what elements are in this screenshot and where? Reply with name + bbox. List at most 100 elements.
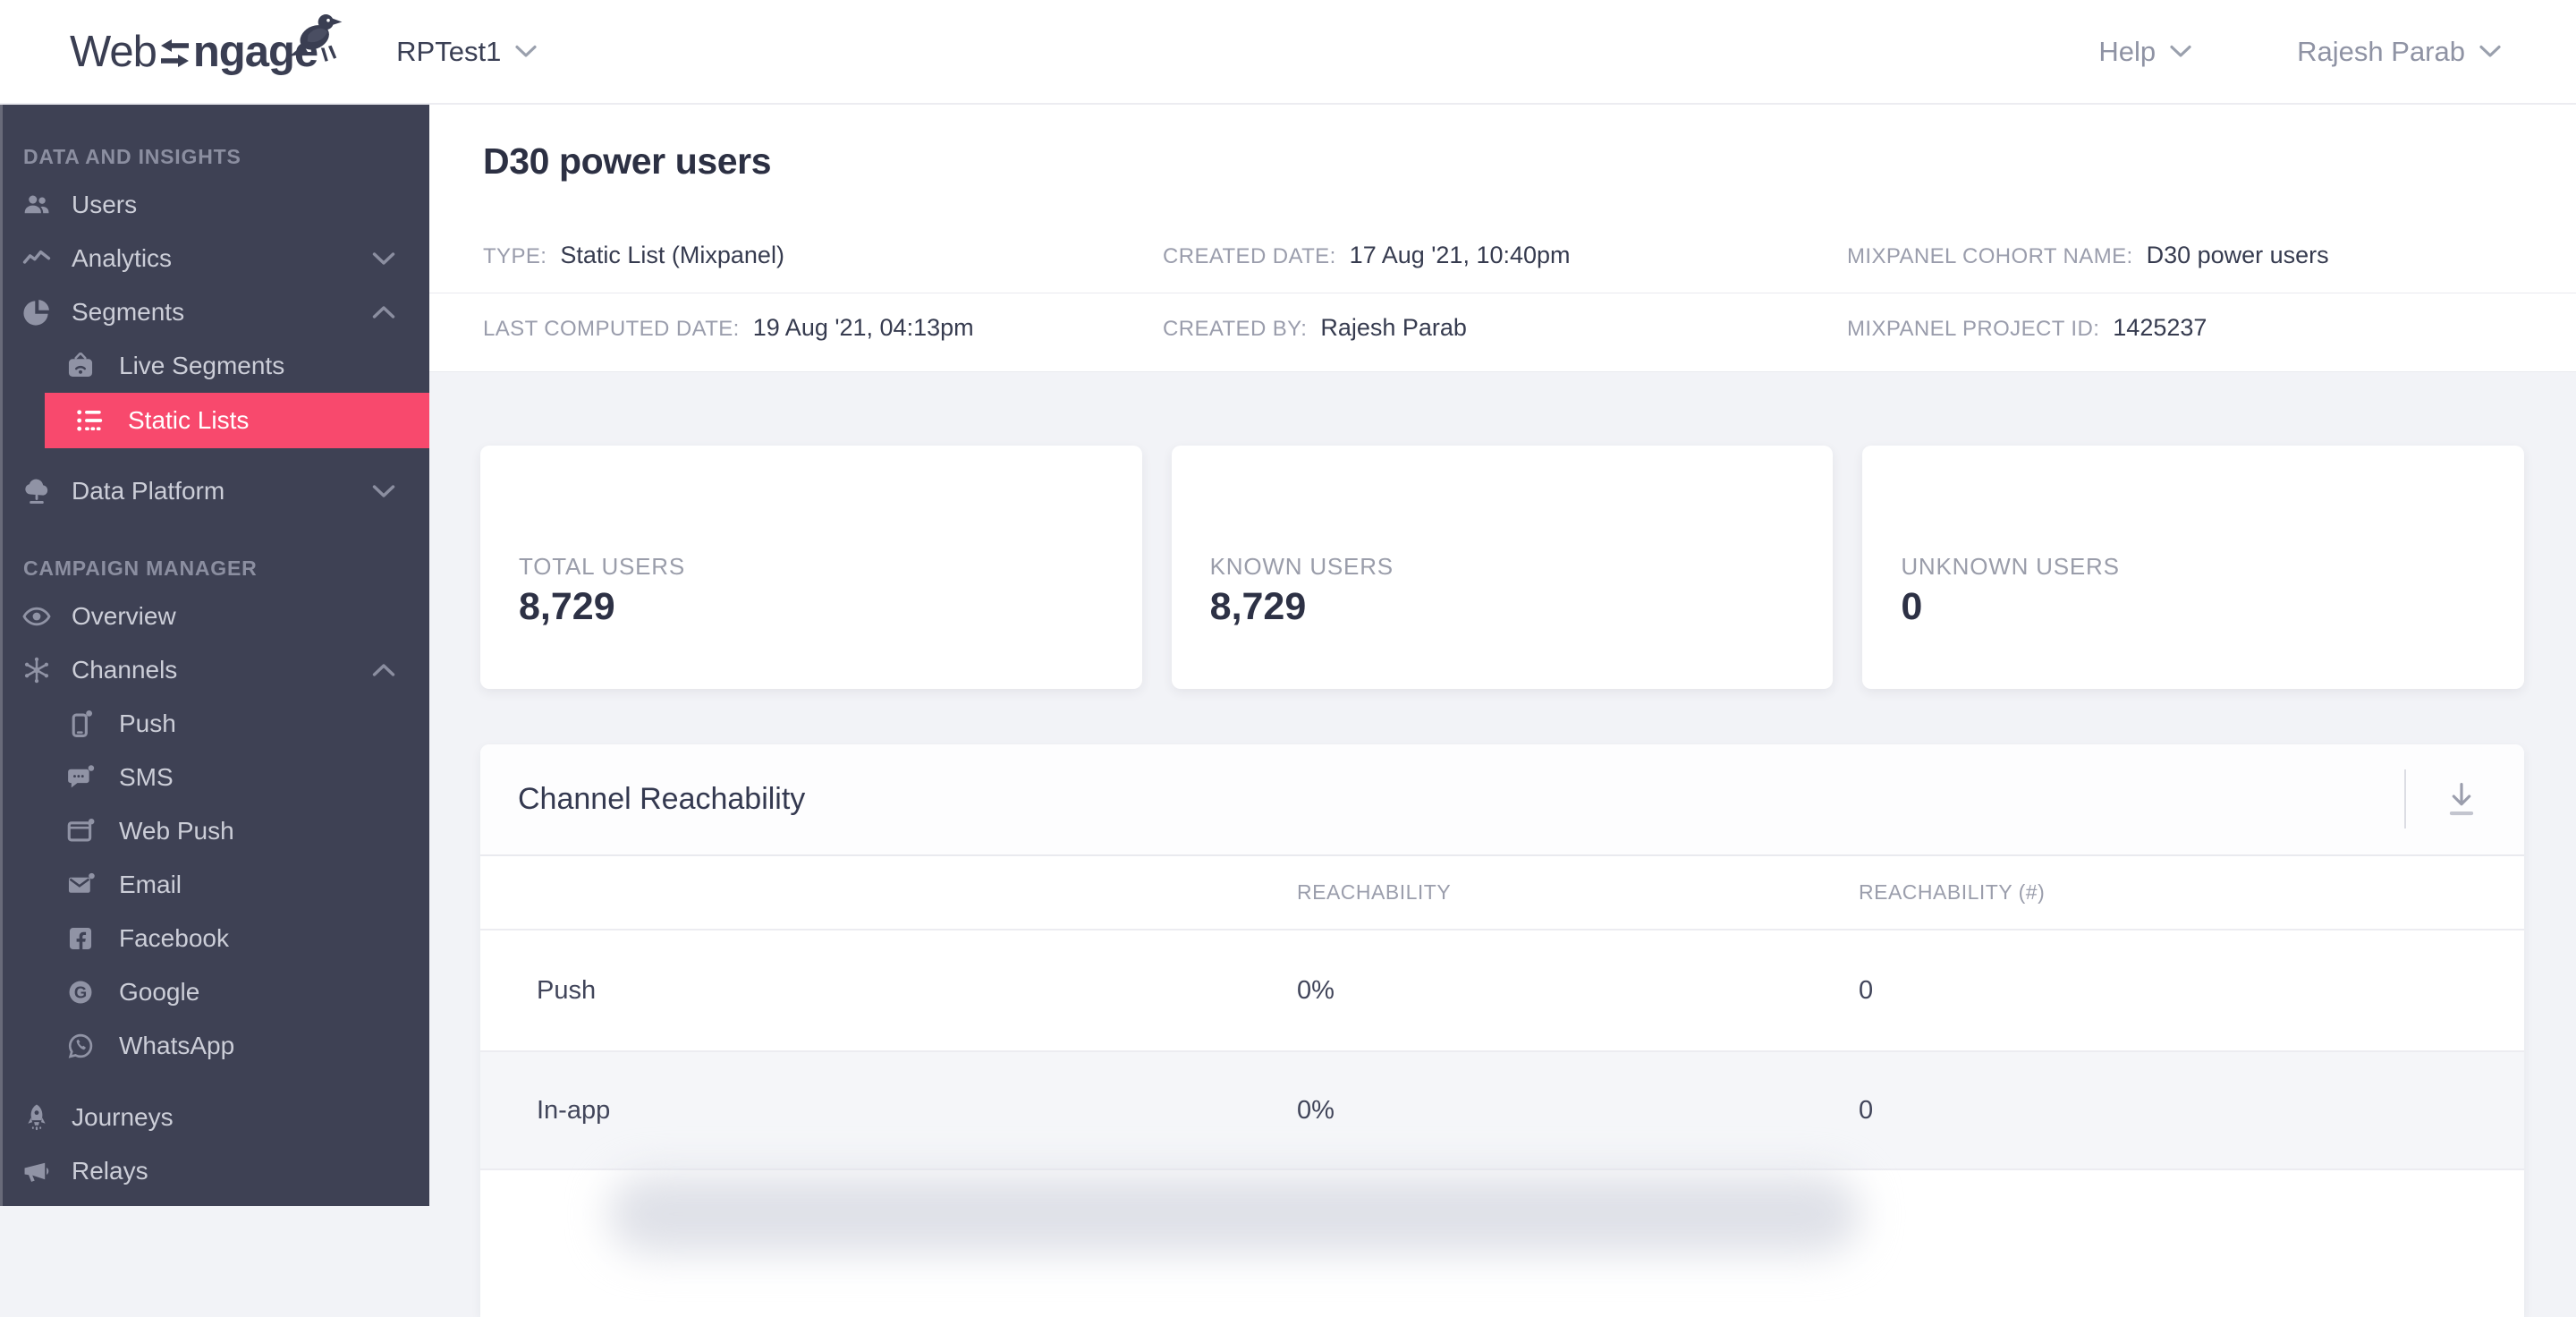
sidebar-item-web-push[interactable]: Web Push xyxy=(0,804,429,858)
sidebar-item-label: Email xyxy=(119,871,182,898)
stat-card-value: 8,729 xyxy=(1209,585,1307,628)
meta-value: Rajesh Parab xyxy=(1320,314,1467,341)
stat-card-label: KNOWN USERS xyxy=(1209,553,1394,580)
cell-count: 0 xyxy=(1859,1095,1874,1125)
sidebar-item-label: Overview xyxy=(72,602,176,630)
cell-count: 0 xyxy=(1859,975,1874,1005)
meta-created-date: CREATED DATE: 17 Aug '21, 10:40pm xyxy=(1163,242,1847,269)
sidebar-item-users[interactable]: Users xyxy=(0,178,429,232)
sidebar-section-campaign-manager: CAMPAIGN MANAGER xyxy=(23,556,258,580)
workspace-name: RPTest1 xyxy=(396,35,502,67)
facebook-icon xyxy=(65,923,96,954)
cell-reachability: 0% xyxy=(1297,1095,1335,1125)
chevron-up-icon xyxy=(372,306,395,319)
sidebar-item-label: Live Segments xyxy=(119,352,285,379)
sidebar-item-label: WhatsApp xyxy=(119,1032,235,1059)
meta-label: MIXPANEL COHORT NAME: xyxy=(1847,244,2133,268)
stat-card-label: UNKNOWN USERS xyxy=(1901,553,2120,580)
channels-hub-icon xyxy=(21,655,52,685)
panel-header: Channel Reachability xyxy=(480,744,2524,856)
svg-text:G: G xyxy=(74,983,87,1002)
logo-text-web: Web xyxy=(70,27,157,76)
sidebar-item-static-lists[interactable]: Static Lists xyxy=(45,393,429,448)
static-lists-icon xyxy=(74,405,105,436)
segments-icon xyxy=(21,297,52,327)
sms-channel-icon xyxy=(65,762,96,793)
table-header-reachability-count: REACHABILITY (#) xyxy=(1859,880,2046,904)
live-segments-icon xyxy=(65,351,96,381)
sidebar-item-data-platform[interactable]: Data Platform xyxy=(0,464,429,518)
sidebar-item-live-segments[interactable]: Live Segments xyxy=(0,339,429,393)
users-icon xyxy=(21,190,52,220)
workspace-switcher[interactable]: RPTest1 xyxy=(396,36,537,68)
web-push-channel-icon xyxy=(65,816,96,846)
chevron-down-icon xyxy=(372,252,395,265)
push-channel-icon xyxy=(65,709,96,739)
sidebar-item-facebook[interactable]: Facebook xyxy=(0,912,429,965)
meta-row-2: LAST COMPUTED DATE: 19 Aug '21, 04:13pm … xyxy=(483,314,2567,342)
meta-label: CREATED DATE: xyxy=(1163,244,1336,268)
chevron-down-icon xyxy=(515,45,537,57)
user-name: Rajesh Parab xyxy=(2297,35,2465,67)
meta-row-1: TYPE: Static List (Mixpanel) CREATED DAT… xyxy=(483,242,2567,269)
topbar-right: Help Rajesh Parab xyxy=(2098,36,2576,68)
sidebar-item-label: Google xyxy=(119,978,200,1006)
content-area: TOTAL USERS 8,729 KNOWN USERS 8,729 UNKN… xyxy=(429,371,2576,1317)
sidebar-item-sms[interactable]: SMS xyxy=(0,751,429,804)
logo-bird-icon xyxy=(289,13,343,62)
email-channel-icon xyxy=(65,870,96,900)
meta-created-by: CREATED BY: Rajesh Parab xyxy=(1163,314,1847,342)
sidebar-item-label: Journeys xyxy=(72,1103,174,1131)
data-platform-icon xyxy=(21,476,52,506)
table-header-reachability: REACHABILITY xyxy=(1297,880,1452,904)
sidebar-item-email[interactable]: Email xyxy=(0,858,429,912)
stat-card-value: 0 xyxy=(1901,585,1923,628)
rocket-icon xyxy=(21,1102,52,1133)
table-row-inapp: In-app 0% 0 xyxy=(480,1052,2524,1170)
sidebar-item-push[interactable]: Push xyxy=(0,697,429,751)
user-menu[interactable]: Rajesh Parab xyxy=(2297,36,2501,68)
sidebar-item-channels[interactable]: Channels xyxy=(0,643,429,697)
stat-cards: TOTAL USERS 8,729 KNOWN USERS 8,729 UNKN… xyxy=(480,446,2524,689)
cell-reachability: 0% xyxy=(1297,975,1335,1005)
meta-type: TYPE: Static List (Mixpanel) xyxy=(483,242,1163,269)
chevron-up-icon xyxy=(372,664,395,676)
meta-value: Static List (Mixpanel) xyxy=(560,242,784,268)
sidebar-item-analytics[interactable]: Analytics xyxy=(0,232,429,285)
meta-last-computed: LAST COMPUTED DATE: 19 Aug '21, 04:13pm xyxy=(483,314,1163,342)
meta-label: TYPE: xyxy=(483,244,547,268)
sidebar-section-data-insights: DATA AND INSIGHTS xyxy=(23,144,242,168)
sidebar-item-google[interactable]: G Google xyxy=(0,965,429,1019)
help-menu[interactable]: Help xyxy=(2098,36,2191,68)
sidebar-item-whatsapp[interactable]: WhatsApp xyxy=(0,1019,429,1073)
chevron-down-icon xyxy=(2479,45,2501,57)
whatsapp-icon xyxy=(65,1031,96,1061)
sidebar-item-label: Relays xyxy=(72,1157,148,1185)
sidebar-item-segments[interactable]: Segments xyxy=(0,285,429,339)
meta-value: 19 Aug '21, 04:13pm xyxy=(752,314,974,341)
download-button[interactable] xyxy=(2433,771,2490,828)
stat-card-total-users: TOTAL USERS 8,729 xyxy=(480,446,1142,689)
sidebar-item-journeys[interactable]: Journeys xyxy=(0,1091,429,1144)
sidebar-item-label: SMS xyxy=(119,763,174,791)
table-header-row: REACHABILITY REACHABILITY (#) xyxy=(480,856,2524,930)
page-header: D30 power users TYPE: Static List (Mixpa… xyxy=(429,103,2576,372)
help-label: Help xyxy=(2098,35,2157,67)
main-content: D30 power users TYPE: Static List (Mixpa… xyxy=(429,103,2576,1317)
download-icon xyxy=(2449,782,2474,816)
sidebar-item-label: Users xyxy=(72,191,138,218)
stat-card-label: TOTAL USERS xyxy=(519,553,686,580)
google-icon: G xyxy=(65,977,96,1007)
logo-arrows-icon xyxy=(160,38,189,67)
meta-project-id: MIXPANEL PROJECT ID: 1425237 xyxy=(1847,314,2567,342)
bottom-overlay-shadow xyxy=(608,1174,1860,1254)
megaphone-icon xyxy=(21,1156,52,1186)
sidebar-nav: DATA AND INSIGHTS Users Analytics Segmen… xyxy=(0,103,429,1206)
meta-cohort-name: MIXPANEL COHORT NAME: D30 power users xyxy=(1847,242,2567,269)
sidebar-item-label: Static Lists xyxy=(128,406,250,434)
sidebar-item-overview[interactable]: Overview xyxy=(0,590,429,643)
webengage-logo[interactable]: Web ngage xyxy=(70,13,343,77)
page-title: D30 power users xyxy=(483,140,772,182)
analytics-icon xyxy=(21,243,52,274)
sidebar-item-relays[interactable]: Relays xyxy=(0,1144,429,1198)
